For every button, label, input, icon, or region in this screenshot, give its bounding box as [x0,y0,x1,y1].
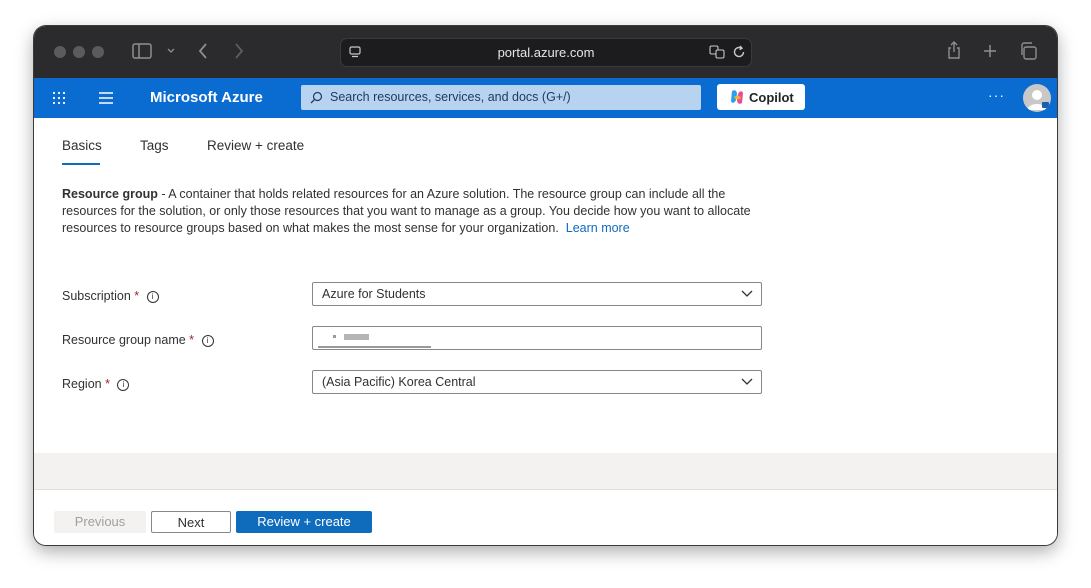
create-resource-group-form: Basics Tags Review + create Resource gro… [34,118,1057,453]
info-icon[interactable]: i [201,334,214,347]
subscription-dropdown[interactable]: Azure for Students [312,282,762,306]
redacted-text [318,346,431,348]
chevron-down-icon[interactable] [167,48,175,54]
active-tab-indicator [62,163,100,165]
chevron-down-icon [741,378,753,385]
resource-group-description: Resource group - A container that holds … [62,186,762,237]
global-search-input[interactable]: Search resources, services, and docs (G+… [301,85,701,110]
copilot-label: Copilot [749,90,794,105]
reload-icon[interactable] [732,45,746,59]
minimize-window-button[interactable] [73,46,85,58]
forward-icon[interactable] [234,43,244,59]
azure-top-bar: Microsoft Azure Search resources, servic… [34,78,1057,118]
description-text: - A container that holds related resourc… [62,187,751,235]
azure-brand[interactable]: Microsoft Azure [150,89,263,106]
browser-toolbar: portal.azure.com [34,26,1057,78]
info-icon[interactable]: i [146,290,159,303]
new-tab-icon[interactable] [983,44,997,58]
user-icon [1027,90,1049,110]
url-text: portal.azure.com [497,45,595,60]
learn-more-link[interactable]: Learn more [566,221,630,235]
next-button[interactable]: Next [151,511,231,533]
resource-group-name-label-text: Resource group name [62,333,186,347]
resource-group-name-label: Resource group name * i [62,333,214,347]
tab-basics[interactable]: Basics [62,138,102,153]
translate-icon[interactable] [709,45,725,59]
zoom-window-button[interactable] [92,46,104,58]
sidebar-icon[interactable] [132,43,152,59]
review-create-button[interactable]: Review + create [236,511,372,533]
subscription-value: Azure for Students [322,287,426,301]
more-options-icon[interactable]: ··· [988,87,1005,103]
back-icon[interactable] [198,43,208,59]
tab-review-create[interactable]: Review + create [207,138,304,153]
tab-tags[interactable]: Tags [140,138,169,153]
redacted-text [344,334,369,340]
description-term: Resource group [62,187,158,201]
required-marker: * [189,333,195,347]
resource-group-name-input[interactable] [312,326,762,350]
hamburger-menu-icon[interactable] [98,92,114,104]
copilot-button[interactable]: Copilot [717,84,805,110]
wizard-footer: Previous Next Review + create [34,489,1057,545]
required-marker: * [105,377,110,391]
copilot-icon [731,90,743,104]
previous-button[interactable]: Previous [54,511,146,533]
region-label: Region * i [62,377,130,391]
content-divider [34,453,1057,489]
info-icon[interactable]: i [117,378,130,391]
search-placeholder: Search resources, services, and docs (G+… [330,90,571,104]
search-icon [310,91,323,104]
app-launcher-icon[interactable] [52,91,66,105]
redacted-text [333,335,336,338]
avatar[interactable] [1023,84,1051,112]
region-value: (Asia Pacific) Korea Central [322,375,476,389]
tab-overview-icon[interactable] [1019,42,1037,60]
subscription-label-text: Subscription [62,289,131,303]
share-icon[interactable] [947,41,961,59]
region-label-text: Region [62,377,102,391]
subscription-label: Subscription * i [62,289,159,303]
address-bar[interactable]: portal.azure.com [340,38,752,67]
region-dropdown[interactable]: (Asia Pacific) Korea Central [312,370,762,394]
close-window-button[interactable] [54,46,66,58]
chevron-down-icon [741,290,753,297]
browser-window: portal.azure.com Microsoft Azure Search … [34,26,1057,545]
required-marker: * [134,289,140,303]
